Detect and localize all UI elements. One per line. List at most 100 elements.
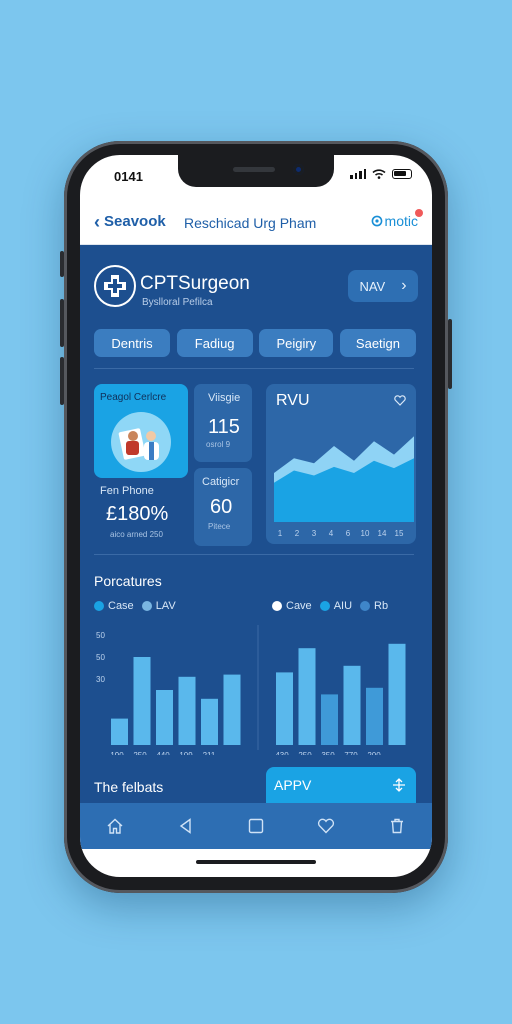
appv-button[interactable]: APPV [266, 767, 416, 803]
app-logo [94, 265, 136, 307]
move-icon [393, 778, 405, 792]
tab-trash[interactable] [377, 811, 417, 841]
legend-label: Rb [374, 600, 389, 612]
procedures-left-bar[interactable] [133, 657, 151, 745]
trash-icon [390, 818, 403, 834]
doctor-patient-image [118, 428, 159, 460]
volume-down-button [60, 357, 64, 405]
divider [94, 368, 414, 369]
rvu-x-tick: 3 [312, 529, 317, 538]
tab-bar [80, 803, 432, 849]
stat-value: 60 [210, 496, 233, 518]
chip-dentris[interactable]: Dentris [94, 329, 170, 357]
tab-overview[interactable] [236, 811, 276, 841]
procedures-left-x-tick: 250 [133, 751, 147, 755]
procedures-left-bar[interactable] [223, 674, 241, 745]
app-content: CPTSurgeon Byslloral Pefilca NAV › Dentr… [80, 245, 432, 803]
divider [94, 554, 414, 555]
photo-card-sub: aico arned 250 [110, 530, 163, 539]
procedures-right-bar[interactable] [321, 694, 338, 745]
procedures-left-bar[interactable] [178, 676, 196, 745]
home-icon [107, 818, 123, 834]
rvu-chart-card[interactable]: RVU 1 2 3 4 6 10 14 15 [266, 384, 416, 544]
rvu-area-chart: 1 2 3 4 6 10 14 15 [274, 436, 414, 538]
chevron-left-icon: ‹ [94, 211, 100, 232]
legend-label: Cave [286, 600, 312, 612]
nav-button[interactable]: NAV › [348, 270, 418, 302]
legend-dot [360, 601, 371, 612]
stat-label: Viisgie [208, 392, 241, 404]
chip-peigiry[interactable]: Peigiry [259, 329, 334, 357]
procedures-left-bar[interactable] [201, 698, 218, 745]
tab-back[interactable] [166, 811, 206, 841]
procedures-right-bar[interactable] [343, 665, 361, 745]
legend-item: Cave [272, 600, 312, 612]
procedures-left-x-tick: 190 [110, 751, 124, 755]
stat-sub: osrol 9 [206, 440, 231, 449]
rvu-x-tick: 4 [329, 529, 334, 538]
legend-dot [272, 601, 282, 612]
legend-left: Case LAV [94, 600, 176, 612]
power-button [448, 319, 452, 389]
procedures-right-bar[interactable] [276, 672, 293, 745]
photo-card[interactable]: Peagol Cerlcre [94, 384, 188, 478]
tab-home[interactable] [95, 811, 135, 841]
legend-item: AIU [319, 600, 353, 612]
nav-right-button[interactable]: motic [371, 209, 423, 229]
procedures-right-x-tick: 250 [298, 751, 312, 755]
legend-item: Rb [360, 600, 388, 612]
chip-fadiug[interactable]: Fadiug [176, 329, 253, 357]
doctor-illustration [111, 412, 171, 472]
procedures-right-bar[interactable] [388, 643, 406, 745]
phone-screen: 0141 ‹ Seavook Reschicad Urg Pham motic … [80, 155, 432, 877]
medical-cross-icon [104, 275, 126, 297]
back-label: Seavook [104, 213, 166, 230]
nav-button-label: NAV [359, 278, 386, 294]
legend-item: LAV [141, 600, 176, 612]
procedures-bar-charts: 50 50 30 190 250 440 109 211 430 250 350 770 200 [96, 625, 406, 755]
app-title: CPTSurgeon [140, 273, 250, 294]
stat-value: 115 [208, 416, 240, 438]
camera [293, 164, 304, 175]
procedures-left-x-tick: 211 [203, 751, 216, 755]
procedures-right-x-tick: 200 [367, 751, 381, 755]
legend-item: Case [94, 600, 134, 612]
procedures-left-x-tick: 440 [156, 751, 170, 755]
tab-favorites[interactable] [306, 811, 346, 841]
filter-chips: Dentris Fadiug Peigiry Saetign [94, 329, 416, 357]
status-time: 0141 [114, 169, 143, 184]
nav-title: Reschicad Urg Pham [184, 215, 317, 231]
notch [178, 155, 334, 187]
chevron-right-icon: › [401, 277, 407, 294]
home-indicator [196, 860, 316, 864]
legend-dot [141, 601, 152, 612]
procedures-left-bar[interactable] [156, 690, 173, 745]
chip-saetign[interactable]: Saetign [339, 329, 416, 357]
procedures-right-bar[interactable] [366, 687, 383, 745]
phone-frame: 0141 ‹ Seavook Reschicad Urg Pham motic … [60, 141, 452, 893]
volume-up-button [60, 299, 64, 347]
procedures-right-x-tick: 770 [344, 751, 358, 755]
rvu-x-tick: 10 [361, 529, 370, 538]
rvu-x-tick: 14 [378, 529, 387, 538]
bar-y-tick: 30 [96, 675, 105, 684]
heart-icon [318, 818, 335, 834]
signal-icon [350, 169, 366, 179]
stat-card-categories[interactable]: Catigicr 60 Pitece [194, 468, 252, 546]
back-button[interactable]: ‹ Seavook [94, 211, 166, 232]
procedures-left-bar[interactable] [111, 718, 128, 745]
nav-right-label: motic [384, 213, 418, 229]
rvu-x-tick: 6 [346, 529, 351, 538]
bar-y-tick: 50 [96, 653, 105, 662]
legend-label: AIU [333, 600, 353, 612]
bar-y-tick: 50 [96, 631, 105, 640]
mute-switch [60, 251, 64, 277]
app-subtitle: Byslloral Pefilca [142, 297, 213, 308]
rvu-x-tick: 1 [278, 529, 283, 538]
procedures-right-bar[interactable] [298, 648, 316, 745]
stat-card-visits[interactable]: Viisgie 115 osrol 9 [194, 384, 252, 462]
wifi-icon [372, 169, 386, 179]
navigation-bar: ‹ Seavook Reschicad Urg Pham motic [80, 199, 432, 245]
notification-dot [415, 209, 423, 217]
square-icon [248, 818, 264, 834]
